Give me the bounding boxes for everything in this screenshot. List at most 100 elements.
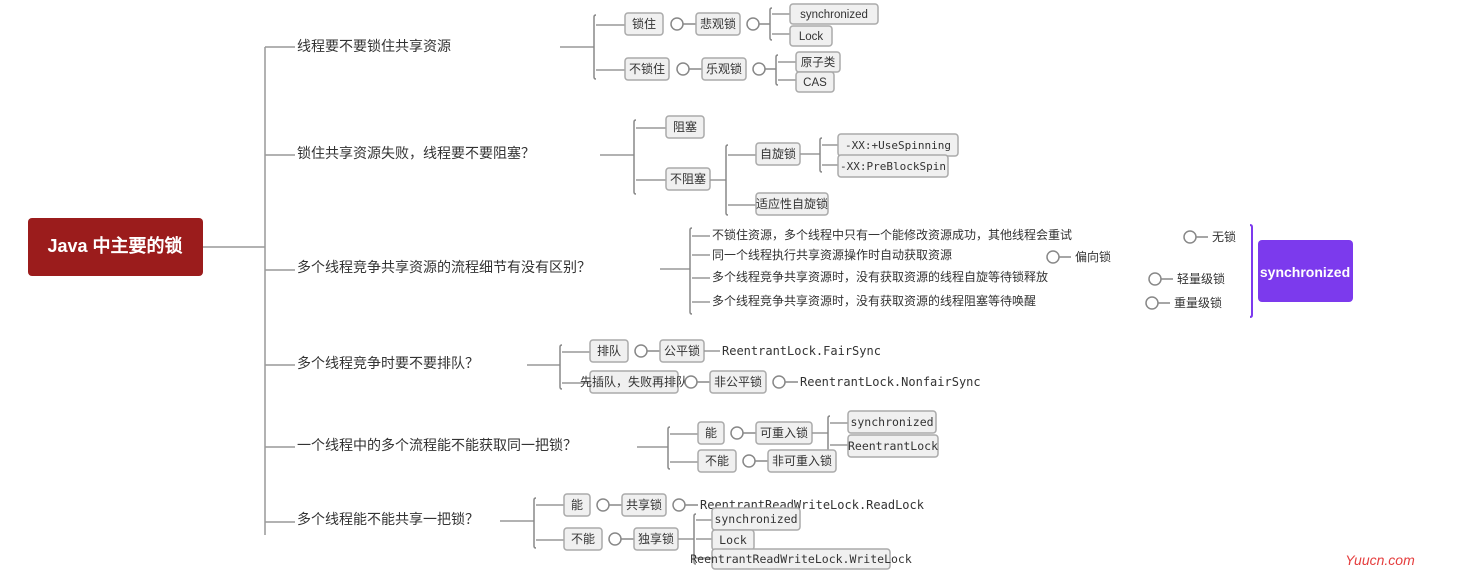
- t1-lock-box: [790, 26, 832, 46]
- t2-zusai-box: [666, 116, 704, 138]
- t1-brace: [594, 15, 596, 79]
- t5-reentrant-text: ReentrantLock: [848, 439, 938, 453]
- central-node-bg: [28, 218, 203, 276]
- watermark-text: Yuucn.com: [1345, 552, 1415, 568]
- t4-feigp-box: [710, 371, 766, 393]
- t4-gongping-text: 公平锁: [664, 343, 700, 358]
- right-brace: [1250, 225, 1252, 317]
- mind-map: Java 中主要的锁 线程要不要锁住共享资源 锁住 悲观锁: [0, 0, 1484, 578]
- t2-zixuan-box: [756, 143, 800, 165]
- t6-writelock-box: [712, 549, 890, 569]
- t5-fekez-box: [768, 450, 836, 472]
- t6-lock2-text: Lock: [719, 533, 747, 547]
- t4-brace: [560, 345, 562, 389]
- t6-lock2-box: [712, 530, 754, 550]
- t2-xxuse-box: [838, 134, 958, 156]
- t3-row4-desc: 多个线程竞争共享资源时，没有获取资源的线程阻塞等待唤醒: [712, 293, 1036, 308]
- t5-kez-circle: [731, 427, 743, 439]
- t5-buneng-box: [698, 450, 736, 472]
- sync-right-box: [1258, 240, 1353, 302]
- t2-xxpre-box: [838, 155, 948, 177]
- sync-right-text: synchronized: [1260, 264, 1350, 280]
- t3-r1-circle: [1184, 231, 1196, 243]
- t1-cas-box: [796, 72, 834, 92]
- t1-connector3-circle: [677, 63, 689, 75]
- t1-busuoja-box: [625, 58, 669, 80]
- t4-gongping-box: [660, 340, 704, 362]
- t2-sub-brace: [726, 145, 728, 215]
- t5-sub-brace: [828, 416, 830, 452]
- t1-suoka-text: 锁住: [632, 16, 656, 31]
- connector-lines: Java 中主要的锁 线程要不要锁住共享资源 锁住 悲观锁: [0, 0, 1484, 578]
- t5-neng-box: [698, 422, 724, 444]
- t3-r2-label: 偏向锁: [1075, 249, 1111, 264]
- t5-sync2-box: [848, 411, 936, 433]
- t6-gxs-text: 共享锁: [626, 497, 662, 512]
- t1-cas-text: CAS: [803, 77, 827, 89]
- t6-sub-brace: [694, 514, 696, 564]
- t3-row1-desc: 不锁住资源，多个线程中只有一个能修改资源成功，其他线程会重试: [712, 227, 1072, 242]
- t3-brace: [690, 228, 692, 314]
- t5-fekez-text: 非可重入锁: [772, 453, 832, 468]
- t4-paidui-text: 排队: [597, 343, 621, 358]
- t6-sync3-text: synchronized: [714, 512, 797, 526]
- t4-feigp-text: 非公平锁: [714, 374, 762, 389]
- t3-r4-label: 重量级锁: [1174, 295, 1222, 310]
- t6-gxs-box: [622, 494, 666, 516]
- t4-feigp-circle: [685, 376, 697, 388]
- t1-leguan-box: [702, 58, 746, 80]
- t2-zixuan-text: 自旋锁: [760, 146, 796, 161]
- t5-neng-text: 能: [705, 426, 717, 440]
- t4-xian-text: 先插队，失败再排队: [580, 374, 688, 389]
- t5-sync2-text: synchronized: [850, 415, 933, 429]
- t4-gongping-circle: [635, 345, 647, 357]
- t4-fairsync-text: ReentrantLock.FairSync: [722, 344, 881, 358]
- t5-brace: [668, 427, 670, 469]
- t1-connector2-circle: [747, 18, 759, 30]
- t5-kez-box: [756, 422, 812, 444]
- t6-neng-text: 能: [571, 498, 583, 512]
- t1-leguan-text: 乐观锁: [706, 61, 742, 76]
- t1-suoka-box: [625, 13, 663, 35]
- t1-brace3: [776, 55, 778, 85]
- t4-nonfairsync-text: ReentrantLock.NonfairSync: [800, 375, 981, 389]
- t3-row3-desc: 多个线程竞争共享资源时，没有获取资源的线程自旋等待锁释放: [712, 269, 1048, 284]
- t3-r3-label: 轻量级锁: [1177, 271, 1225, 286]
- t1-connector4-circle: [753, 63, 765, 75]
- t3-r1-label: 无锁: [1212, 229, 1236, 244]
- t2-buzusai-box: [666, 168, 710, 190]
- topic1-label: 线程要不要锁住共享资源: [297, 38, 451, 54]
- t1-brace2: [770, 8, 772, 40]
- t3-r3-circle: [1149, 273, 1161, 285]
- t5-fekez-circle: [743, 455, 755, 467]
- t1-yuanzilei-box: [796, 52, 840, 72]
- t3-r2-circle: [1047, 251, 1059, 263]
- t2-brace: [634, 120, 636, 194]
- topic3-label: 多个线程竞争共享资源的流程细节有没有区别？: [297, 259, 591, 275]
- t2-shixing-box: [756, 193, 828, 215]
- t6-dxs-circle: [609, 533, 621, 545]
- t1-beiguan-box: [696, 13, 740, 35]
- t6-writelock-text: ReentrantReadWriteLock.WriteLock: [690, 552, 912, 566]
- t6-brace: [534, 498, 536, 548]
- t3-r4-circle: [1146, 297, 1158, 309]
- t6-dxs-box: [634, 528, 678, 550]
- t1-connector1-circle: [671, 18, 683, 30]
- t2-zixuan-sub-brace: [820, 138, 822, 172]
- t4-paidui-box: [590, 340, 628, 362]
- topic6-label: 多个线程能不能共享一把锁？: [297, 511, 479, 527]
- topic2-label: 锁住共享资源失败，线程要不要阻塞？: [297, 145, 535, 161]
- t6-neng-box: [564, 494, 590, 516]
- topic4-label: 多个线程竞争时要不要排队？: [297, 355, 479, 371]
- central-node-label: Java 中主要的锁: [47, 235, 182, 256]
- t3-row2-desc: 同一个线程执行共享资源操作时自动获取资源: [712, 247, 952, 262]
- t6-sync3-box: [712, 508, 800, 530]
- t1-yuanzilei-text: 原子类: [801, 55, 836, 69]
- t2-shixing-text: 适应性自旋锁: [756, 196, 828, 211]
- t4-feigp2-circle: [773, 376, 785, 388]
- t2-xxuse-text: -XX:+UseSpinning: [845, 139, 951, 152]
- t1-beiguan-text: 悲观锁: [700, 16, 736, 31]
- t1-sync-text: synchronized: [800, 9, 868, 21]
- topic5-label: 一个线程中的多个流程能不能获取同一把锁？: [297, 437, 577, 453]
- t1-sync-box: [790, 4, 878, 24]
